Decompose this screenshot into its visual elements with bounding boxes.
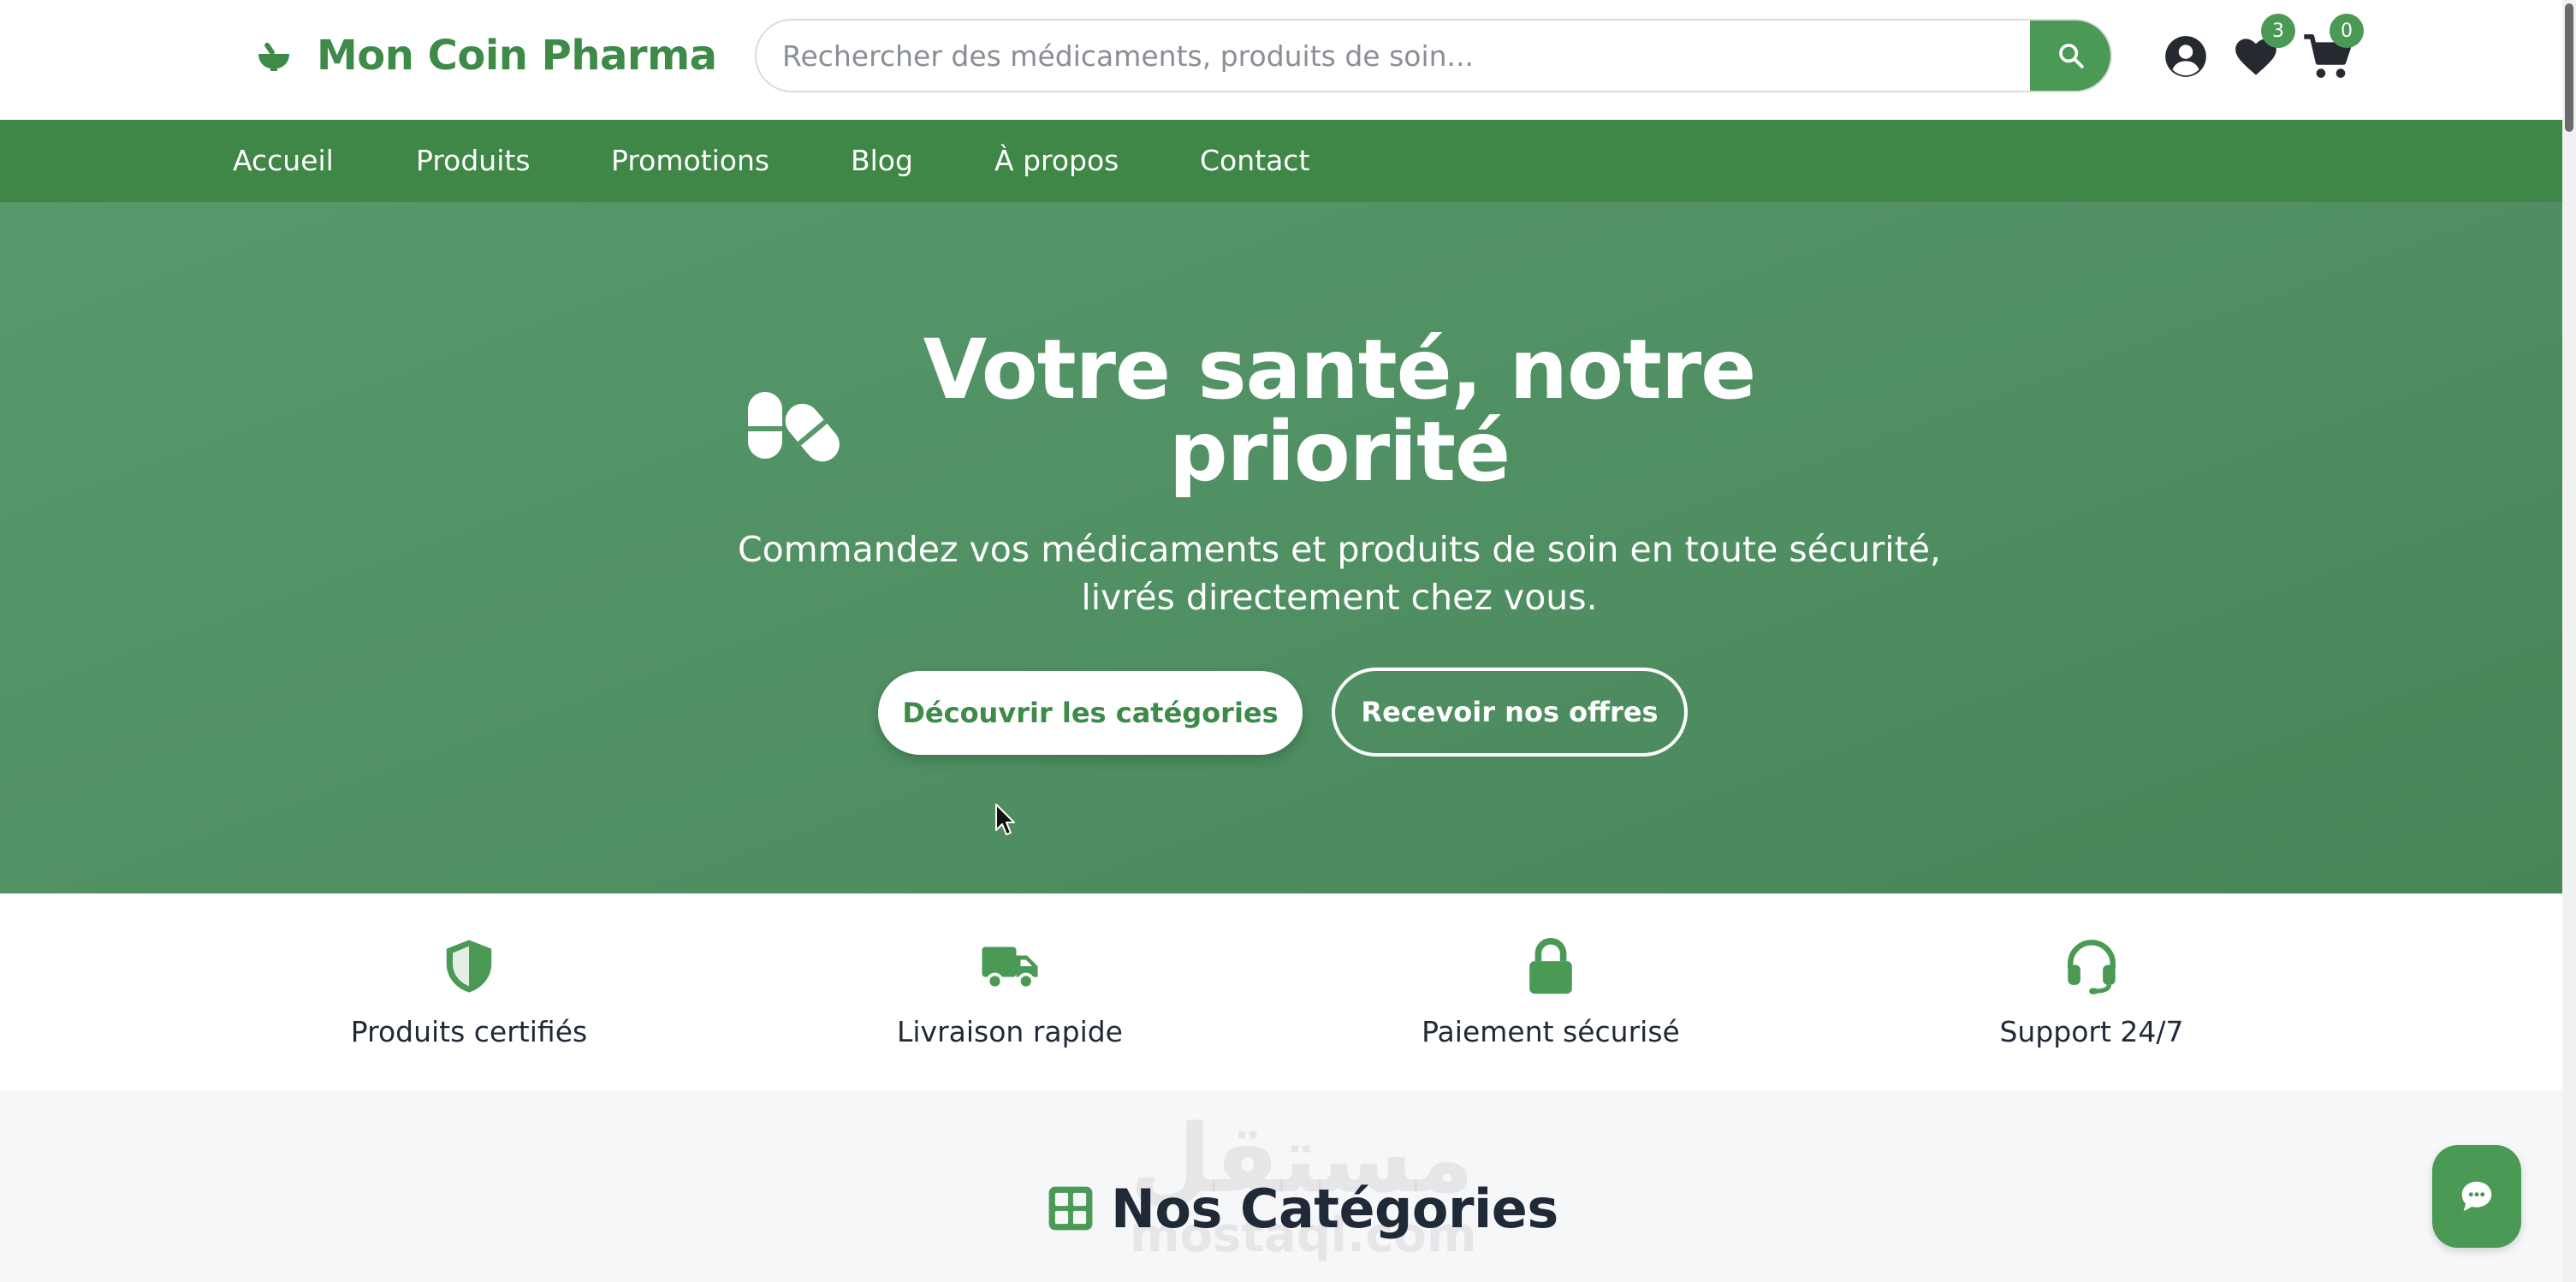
user-circle-icon bbox=[2165, 36, 2206, 77]
nav-item-promotions[interactable]: Promotions bbox=[611, 120, 769, 202]
chat-button[interactable] bbox=[2432, 1145, 2521, 1248]
search-icon bbox=[2059, 44, 2084, 68]
nav-item-contact[interactable]: Contact bbox=[1200, 120, 1309, 202]
nav-item-produits[interactable]: Produits bbox=[416, 120, 531, 202]
lock-icon bbox=[1529, 938, 1572, 994]
nav-item-accueil[interactable]: Accueil bbox=[233, 120, 334, 202]
cart-button[interactable]: 0 bbox=[2300, 14, 2364, 80]
feature-fast-delivery: Livraison rapide bbox=[804, 936, 1215, 1048]
feature-certified: Produits certifiés bbox=[264, 936, 674, 1048]
feature-label: Paiement sécurisé bbox=[1422, 1015, 1680, 1048]
categories-title: Nos Catégories bbox=[1111, 1177, 1558, 1240]
wishlist-button[interactable]: 3 bbox=[2232, 14, 2295, 80]
categories-heading: Nos Catégories bbox=[1046, 1174, 1558, 1243]
hero-section: Votre santé, notre priorité Commandez vo… bbox=[0, 202, 2562, 893]
feature-label: Support 24/7 bbox=[1999, 1015, 2184, 1048]
mouse-cursor-icon bbox=[995, 804, 1015, 835]
pills-icon bbox=[748, 392, 840, 462]
brand-name: Mon Coin Pharma bbox=[317, 32, 717, 80]
scrollbar-thumb[interactable] bbox=[2565, 3, 2573, 132]
feature-label: Livraison rapide bbox=[897, 1015, 1123, 1048]
site-header: Mon Coin Pharma 3 0 bbox=[0, 0, 2562, 120]
discover-categories-button[interactable]: Découvrir les catégories bbox=[878, 671, 1303, 755]
feature-label: Produits certifiés bbox=[350, 1015, 588, 1048]
categories-section: مستقل mostaql.com Nos Catégories bbox=[0, 1090, 2562, 1282]
search-input[interactable] bbox=[782, 21, 1912, 91]
search-bar bbox=[755, 19, 2112, 92]
headset-icon bbox=[2068, 940, 2116, 994]
nav-item-a-propos[interactable]: À propos bbox=[994, 120, 1119, 202]
page-scrollbar[interactable] bbox=[2562, 0, 2576, 1282]
truck-icon bbox=[982, 947, 1038, 990]
nav-item-blog[interactable]: Blog bbox=[851, 120, 913, 202]
account-button[interactable] bbox=[2162, 33, 2210, 80]
hero-title: Votre santé, notre priorité bbox=[923, 322, 1757, 500]
brand-logo[interactable]: Mon Coin Pharma bbox=[253, 26, 717, 86]
wishlist-count-badge: 3 bbox=[2261, 14, 2295, 48]
main-nav: Accueil Produits Promotions Blog À propo… bbox=[0, 120, 2562, 202]
mortar-pestle-icon bbox=[258, 42, 289, 71]
grid-icon bbox=[1048, 1186, 1093, 1231]
cart-count-badge: 0 bbox=[2330, 14, 2364, 48]
search-button[interactable] bbox=[2030, 21, 2110, 91]
features-strip: Produits certifiés Livraison rapide Paie… bbox=[0, 893, 2562, 1090]
receive-offers-button[interactable]: Recevoir nos offres bbox=[1332, 668, 1688, 757]
hero-subtitle: Commandez vos médicaments et produits de… bbox=[738, 529, 1941, 618]
feature-secure-payment: Paiement sécurisé bbox=[1345, 936, 1756, 1048]
feature-support: Support 24/7 bbox=[1886, 936, 2297, 1048]
chat-bubble-icon bbox=[2461, 1181, 2492, 1212]
shield-icon bbox=[446, 940, 492, 993]
